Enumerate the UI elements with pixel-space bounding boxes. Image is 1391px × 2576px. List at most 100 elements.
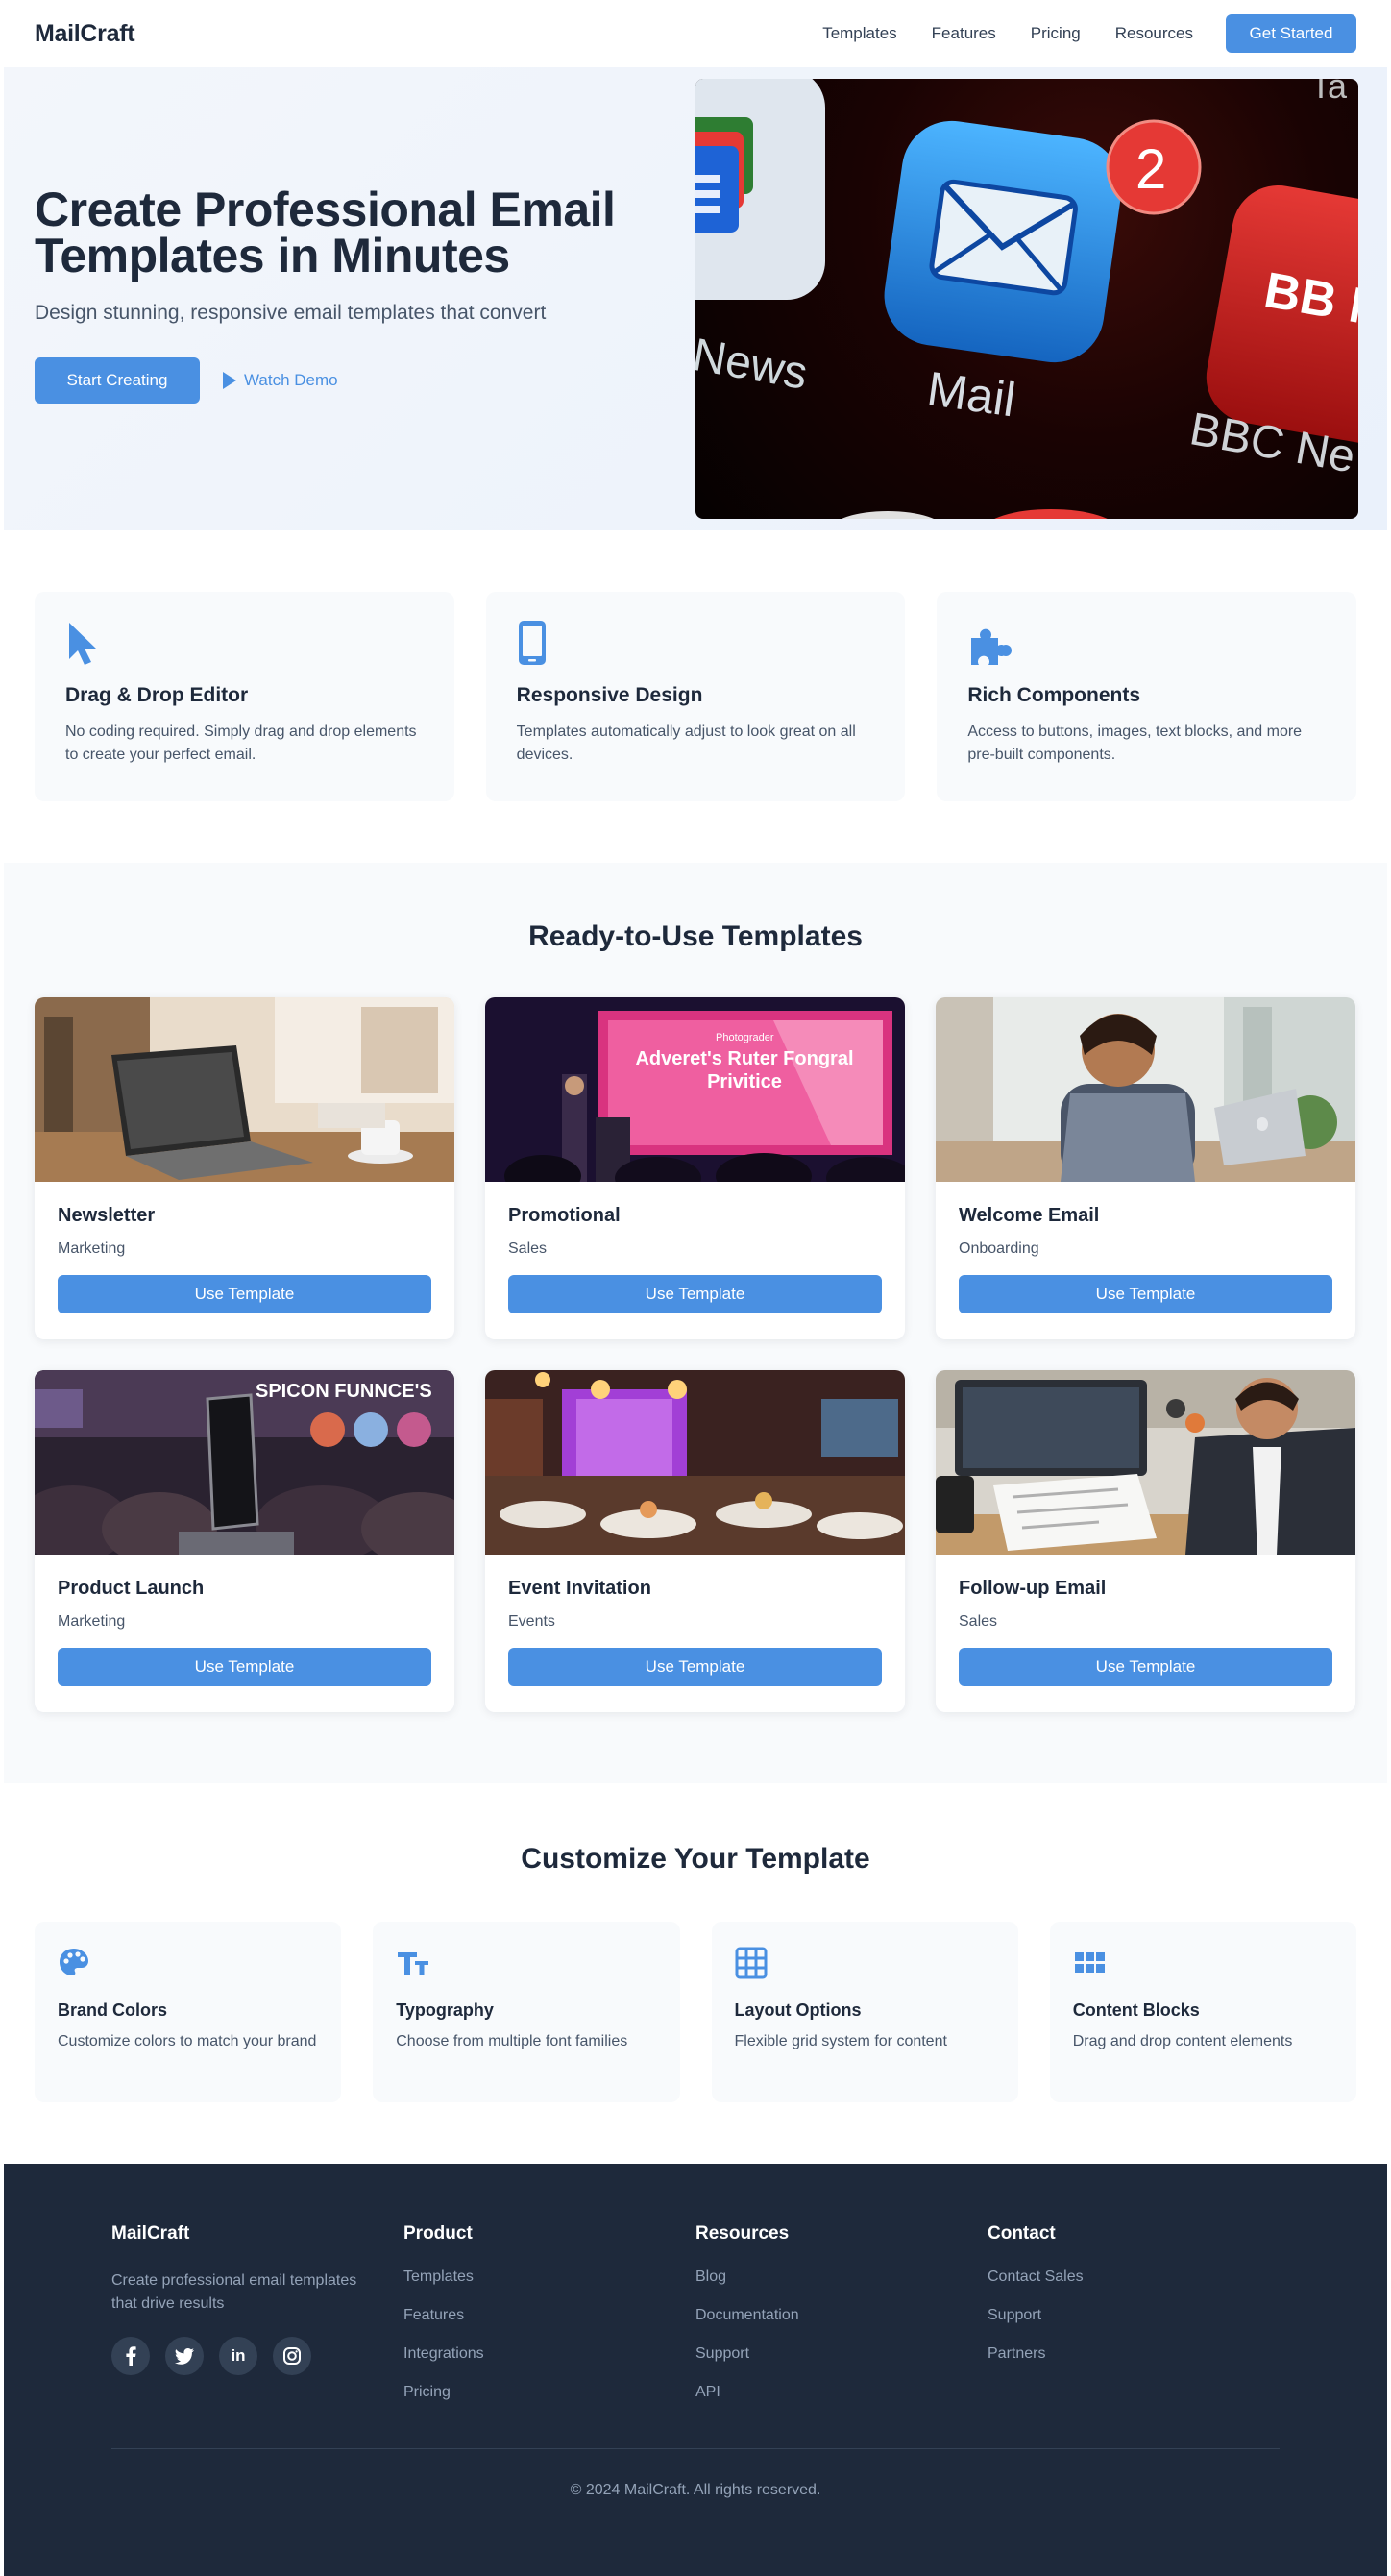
customize-card-desc: Flexible grid system for content [734,2033,947,2049]
social-links: in [111,2337,403,2375]
watch-demo-label: Watch Demo [244,371,338,389]
logo[interactable]: MailCraft [35,20,135,48]
feature-title: Drag & Drop Editor [65,684,249,706]
template-card-body: Follow-up Email Sales Use Template [936,1555,1355,1686]
footer-resources-column: Resources Blog Documentation Support API [696,2223,988,2419]
footer-column-title: Product [403,2223,473,2244]
top-corner-text: Ta [1310,79,1348,106]
footer-link[interactable]: Integrations [403,2343,696,2381]
hero-actions: Start Creating Watch Demo [35,357,649,404]
template-card-promotional[interactable]: Photograder Adveret's Ruter Fongral Priv… [485,997,905,1339]
feature-card-drag-drop: Drag & Drop Editor No coding required. S… [35,592,454,801]
footer-product-column: Product Templates Features Integrations … [403,2223,696,2419]
footer-link[interactable]: Features [403,2304,696,2343]
nav-link-templates[interactable]: Templates [822,24,896,43]
start-creating-button[interactable]: Start Creating [35,357,200,404]
footer-link[interactable]: Support [988,2304,1280,2343]
use-template-button[interactable]: Use Template [508,1648,882,1686]
template-card-follow-up[interactable]: Follow-up Email Sales Use Template [936,1370,1355,1712]
feature-title: Responsive Design [516,684,703,706]
customize-card-desc: Drag and drop content elements [1072,2033,1293,2049]
instagram-icon[interactable] [273,2337,311,2375]
hero-section: Create Professional Email Templates in M… [4,67,1387,530]
template-card-newsletter[interactable]: Newsletter Marketing Use Template [35,997,454,1339]
use-template-button[interactable]: Use Template [959,1648,1332,1686]
template-category: Marketing [58,1240,126,1257]
customize-title: Customize Your Template [521,1843,870,1875]
news-app-label: News [696,330,811,400]
footer-brand-column: MailCraft Create professional email temp… [111,2223,403,2419]
customize-card-layout: Layout Options Flexible grid system for … [711,1922,1018,2102]
footer-brand: MailCraft [111,2223,190,2244]
customize-card-content-blocks: Content Blocks Drag and drop content ele… [1049,1922,1356,2102]
facebook-icon[interactable] [111,2337,150,2375]
promotional-image: Photograder Adveret's Ruter Fongral Priv… [485,997,905,1182]
customize-card-title: Brand Colors [58,2000,168,2020]
puzzle-icon [967,619,1326,667]
badge-count: 2 [1135,138,1166,201]
template-category: Sales [959,1613,998,1630]
template-grid: Newsletter Marketing Use Template Photog… [4,997,1387,1712]
linkedin-icon[interactable]: in [219,2337,257,2375]
template-card-body: Newsletter Marketing Use Template [35,1182,454,1313]
twitter-icon[interactable] [165,2337,204,2375]
watch-demo-button[interactable]: Watch Demo [223,371,338,390]
template-name: Event Invitation [508,1578,651,1599]
footer-divider [111,2448,1280,2449]
use-template-button[interactable]: Use Template [58,1648,431,1686]
footer-link[interactable]: API [696,2381,988,2419]
feature-title: Rich Components [967,684,1141,706]
customize-card-desc: Customize colors to match your brand [58,2033,317,2049]
feature-card-components: Rich Components Access to buttons, image… [937,592,1357,801]
templates-section: Ready-to-Use Templates Newsletter Market… [4,863,1387,1783]
cursor-icon [65,619,424,667]
follow-up-image [936,1370,1355,1555]
template-category: Onboarding [959,1240,1039,1257]
feature-desc: Access to buttons, images, text blocks, … [967,724,1303,763]
customize-card-brand-colors: Brand Colors Customize colors to match y… [35,1922,342,2102]
grid-icon [735,1947,995,1981]
mail-app-label: Mail [924,361,1019,427]
template-card-welcome[interactable]: Welcome Email Onboarding Use Template [936,997,1355,1339]
get-started-button[interactable]: Get Started [1226,14,1356,53]
customize-card-desc: Choose from multiple font families [396,2033,628,2049]
template-name: Newsletter [58,1205,156,1226]
footer-links: Contact Sales Support Partners [988,2266,1280,2381]
hero-title: Create Professional Email Templates in M… [35,183,616,282]
launch-screen-text: SPICON FUNNCE'S [256,1381,432,1402]
footer-column-title: Contact [988,2223,1056,2244]
palette-icon [58,1947,318,1981]
top-nav: MailCraft Templates Features Pricing Res… [0,0,1391,67]
footer-link[interactable]: Documentation [696,2304,988,2343]
event-image [485,1370,905,1555]
footer-link[interactable]: Blog [696,2266,988,2304]
hero-subtitle: Design stunning, responsive email templa… [35,302,547,324]
footer-link[interactable]: Templates [403,2266,696,2304]
template-card-body: Event Invitation Events Use Template [485,1555,905,1686]
templates-title: Ready-to-Use Templates [528,920,863,952]
feature-desc: Templates automatically adjust to look g… [516,724,856,763]
template-card-product-launch[interactable]: SPICON FUNNCE'S Product Launch Marketing… [35,1370,454,1712]
nav-link-features[interactable]: Features [932,24,996,43]
use-template-button[interactable]: Use Template [959,1275,1332,1313]
footer-link[interactable]: Support [696,2343,988,2381]
welcome-image [936,997,1355,1182]
nav-link-resources[interactable]: Resources [1115,24,1193,43]
footer-link[interactable]: Partners [988,2343,1280,2381]
footer-tagline: Create professional email templates that… [111,2272,357,2312]
footer-column-title: Resources [696,2223,790,2244]
promo-banner-text: Adveret's Ruter Fongral Privitice [635,1048,854,1092]
template-card-body: Product Launch Marketing Use Template [35,1555,454,1686]
footer-link[interactable]: Pricing [403,2381,696,2419]
nav-link-pricing[interactable]: Pricing [1031,24,1081,43]
footer-link[interactable]: Contact Sales [988,2266,1280,2304]
template-card-event[interactable]: Event Invitation Events Use Template [485,1370,905,1712]
feature-card-responsive: Responsive Design Templates automaticall… [485,592,906,801]
features-section: Drag & Drop Editor No coding required. S… [0,592,1391,801]
blocks-icon [1073,1947,1333,1981]
footer: MailCraft Create professional email temp… [4,2164,1387,2576]
mobile-icon [517,619,875,667]
app-icons-illustration: News 2 Mail BB NEW BBC Ne Ta [696,79,1358,519]
use-template-button[interactable]: Use Template [58,1275,431,1313]
use-template-button[interactable]: Use Template [508,1275,882,1313]
